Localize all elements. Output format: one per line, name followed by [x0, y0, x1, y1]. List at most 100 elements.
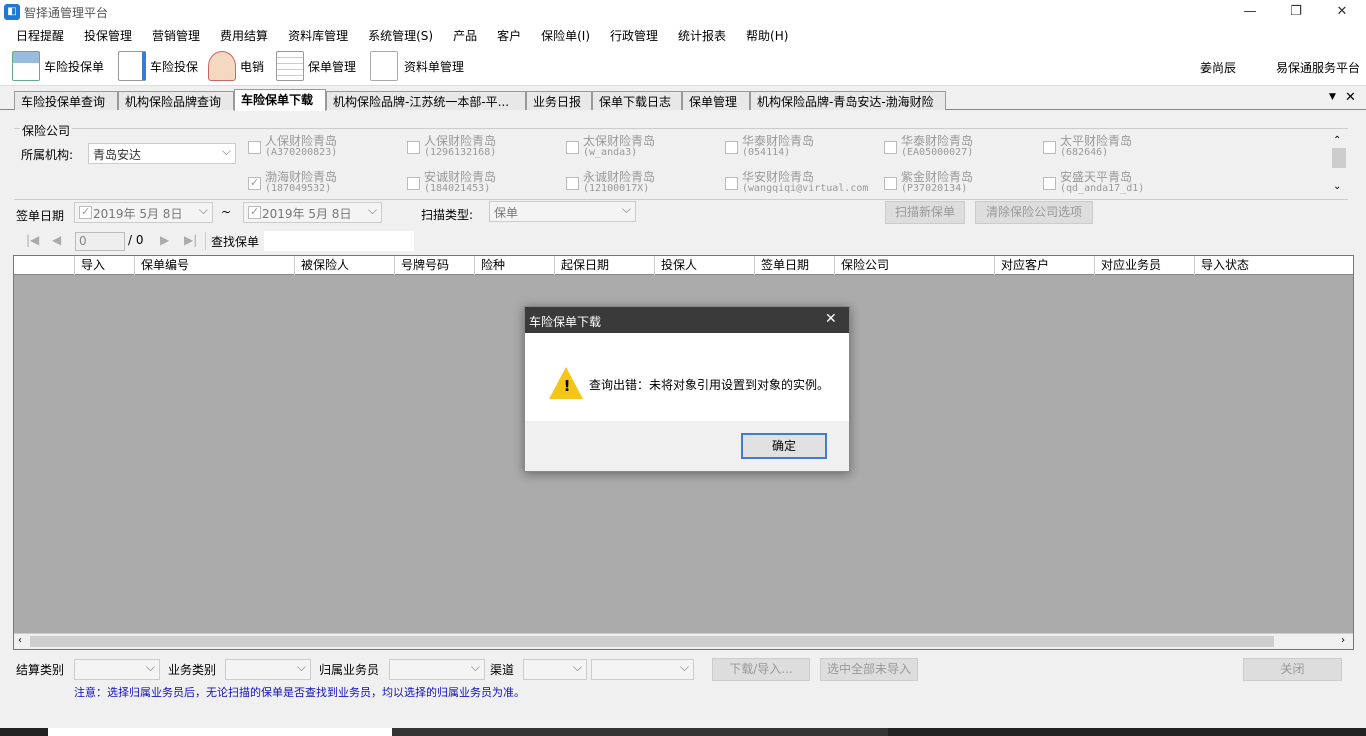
biz-type-select[interactable]	[225, 659, 311, 680]
select-all-unimported-button[interactable]: 选中全部未导入	[820, 658, 918, 681]
record-position-input[interactable]: 0	[75, 232, 125, 251]
company-option: 华安财险青岛 (wangqiqi@virtual.com	[742, 170, 869, 194]
dialog-close-icon[interactable]: ✕	[825, 311, 837, 327]
company-checkbox-checked[interactable]	[248, 176, 261, 190]
menu-item-marketing[interactable]: 营销管理	[142, 27, 210, 44]
current-user[interactable]: 姜尚辰	[1200, 59, 1236, 76]
column-header[interactable]: 签单日期	[754, 256, 834, 275]
menu-item-customer[interactable]: 客户	[487, 27, 531, 44]
find-policy-input[interactable]	[264, 231, 414, 251]
taskbar	[0, 728, 1366, 736]
channel-sub-select[interactable]	[591, 659, 694, 680]
column-header[interactable]: 被保险人	[294, 256, 394, 275]
column-header[interactable]: 险种	[474, 256, 554, 275]
tab-policy-manage[interactable]: 保单管理	[682, 91, 750, 110]
date-from-picker[interactable]: 2019年 5月 8日	[74, 202, 213, 223]
company-checkbox[interactable]	[725, 141, 738, 154]
window-title: 智择通管理平台	[24, 6, 109, 20]
scroll-thumb[interactable]	[30, 636, 1274, 647]
date-to-checkbox[interactable]	[248, 205, 261, 219]
scan-type-select[interactable]: 保单	[489, 201, 636, 222]
car-proposal-button[interactable]: 车险投保单	[12, 50, 104, 82]
clear-insurer-selection-button[interactable]: 清除保险公司选项	[975, 201, 1093, 224]
download-import-button[interactable]: 下载/导入...	[712, 658, 810, 681]
tab-org-brand-query[interactable]: 机构保险品牌查询	[118, 91, 234, 110]
channel-select[interactable]	[523, 659, 587, 680]
tab-daily-report[interactable]: 业务日报	[526, 91, 592, 110]
menu-item-admin[interactable]: 行政管理	[600, 27, 668, 44]
minimize-button[interactable]: —	[1230, 2, 1270, 22]
scroll-thumb[interactable]	[1332, 148, 1346, 168]
column-header[interactable]: 对应业务员	[1094, 256, 1194, 275]
company-checkbox[interactable]	[566, 141, 579, 154]
menu-item-settlement[interactable]: 费用结算	[210, 27, 278, 44]
tab-list-dropdown-icon[interactable]: ▼	[1329, 92, 1336, 102]
taskbar-apps[interactable]	[392, 728, 888, 736]
date-from-checkbox[interactable]	[79, 205, 92, 219]
company-scrollbar[interactable]: ⌃ ⌄	[1331, 133, 1347, 197]
tab-org-brand-qingdao[interactable]: 机构保险品牌-青岛安达-渤海财险	[750, 91, 946, 110]
company-checkbox[interactable]	[1043, 177, 1056, 190]
company-checkbox[interactable]	[884, 177, 897, 190]
menu-item-insure[interactable]: 投保管理	[74, 27, 142, 44]
tab-car-proposal-query[interactable]: 车险投保单查询	[14, 91, 118, 110]
menu-item-library[interactable]: 资料库管理	[278, 27, 358, 44]
column-header[interactable]: 号牌号码	[394, 256, 474, 275]
company-checkbox[interactable]	[884, 141, 897, 154]
sign-date-label: 签单日期	[16, 209, 65, 223]
tab-org-brand-jiangsu[interactable]: 机构保险品牌-江苏统一本部-平...	[326, 91, 526, 110]
column-header[interactable]: 对应客户	[994, 256, 1094, 275]
last-record-icon[interactable]: ▶|	[184, 233, 197, 247]
company-checkbox[interactable]	[407, 141, 420, 154]
menu-item-policy[interactable]: 保险单(I)	[531, 27, 600, 44]
scroll-right-icon[interactable]: ›	[1341, 635, 1345, 646]
service-platform-link[interactable]: 易保通服务平台	[1276, 59, 1360, 76]
telesales-button[interactable]: 电销	[208, 50, 264, 82]
column-header[interactable]: 导入	[74, 256, 134, 275]
date-to-picker[interactable]: 2019年 5月 8日	[243, 202, 382, 223]
menu-item-help[interactable]: 帮助(H)	[736, 27, 798, 44]
scroll-left-icon[interactable]: ‹	[18, 635, 22, 646]
salesman-select[interactable]	[389, 659, 485, 680]
company-checkbox[interactable]	[407, 177, 420, 190]
grid-horizontal-scrollbar[interactable]: ‹ ›	[14, 633, 1353, 649]
scan-new-policy-button[interactable]: 扫描新保单	[885, 201, 965, 224]
dialog-title-bar: 车险保单下载	[525, 307, 849, 333]
restore-button[interactable]: ❐	[1276, 2, 1316, 22]
company-checkbox[interactable]	[1043, 141, 1056, 154]
tab-download-log[interactable]: 保单下载日志	[592, 91, 682, 110]
close-page-button[interactable]: 关闭	[1243, 658, 1342, 681]
menu-item-reports[interactable]: 统计报表	[668, 27, 736, 44]
close-tab-icon[interactable]: ✕	[1345, 90, 1356, 105]
settle-type-select[interactable]	[74, 659, 160, 680]
company-checkbox[interactable]	[725, 177, 738, 190]
company-checkbox[interactable]	[248, 141, 261, 154]
tab-car-policy-download[interactable]: 车险保单下载	[234, 89, 326, 111]
scroll-down-icon[interactable]: ⌄	[1333, 181, 1341, 192]
telesales-label: 电销	[240, 59, 265, 74]
scan-type-label: 扫描类型:	[421, 208, 474, 222]
first-record-icon[interactable]: |◀	[26, 233, 39, 247]
column-header[interactable]: 起保日期	[554, 256, 654, 275]
org-select[interactable]: 青岛安达	[88, 143, 236, 164]
doc-manage-button[interactable]: 资料单管理	[370, 50, 464, 82]
column-header[interactable]: 导入状态	[1194, 256, 1353, 275]
dialog-title: 车险保单下载	[529, 315, 602, 329]
scroll-up-icon[interactable]: ⌃	[1333, 135, 1341, 146]
column-header[interactable]: 保单编号	[134, 256, 294, 275]
next-record-icon[interactable]: ▶	[160, 233, 169, 247]
column-header[interactable]: 投保人	[654, 256, 754, 275]
ok-button[interactable]: 确定	[741, 433, 827, 459]
menu-item-schedule[interactable]: 日程提醒	[0, 27, 74, 44]
prev-record-icon[interactable]: ◀	[52, 233, 61, 247]
column-header[interactable]: 保险公司	[834, 256, 994, 275]
close-window-button[interactable]: ✕	[1322, 2, 1362, 22]
company-option: 太保财险青岛 (w_anda3)	[583, 134, 656, 158]
menu-item-system[interactable]: 系统管理(S)	[358, 27, 443, 44]
taskbar-start[interactable]	[0, 728, 48, 736]
company-checkbox[interactable]	[566, 177, 579, 190]
company-option: 华泰财险青岛 (054114)	[742, 134, 815, 158]
policy-manage-button[interactable]: 保单管理	[276, 50, 356, 82]
car-insure-button[interactable]: 车险投保	[118, 50, 198, 82]
menu-item-product[interactable]: 产品	[443, 27, 487, 44]
